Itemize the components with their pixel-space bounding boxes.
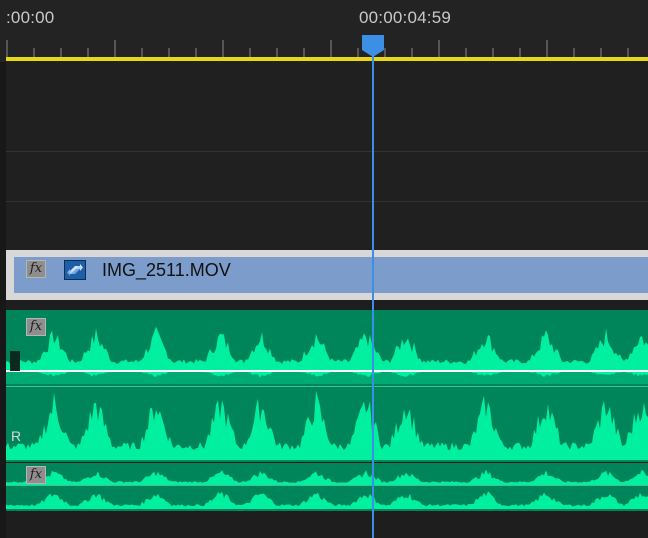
video-clip-body[interactable]: fx IMG_2511.MOV xyxy=(14,257,648,293)
video-track-2[interactable] xyxy=(6,152,648,202)
video-track-3[interactable] xyxy=(6,62,648,152)
empty-track-area xyxy=(6,511,648,538)
ruler-timecode-start: :00:00 xyxy=(6,8,55,27)
ruler-timecode-playhead: 00:00:04:59 xyxy=(359,8,452,27)
audio-clip-a1[interactable]: fx R xyxy=(6,310,648,462)
linked-clip-icon xyxy=(64,260,86,280)
work-area-bar[interactable] xyxy=(6,57,648,61)
video-track-1[interactable] xyxy=(6,202,648,251)
video-clip-name: IMG_2511.MOV xyxy=(102,260,231,280)
channel-divider-a2 xyxy=(6,485,648,486)
audio-a2-fx-badge[interactable]: fx xyxy=(26,466,46,484)
track-gap xyxy=(6,300,648,310)
playhead-line[interactable] xyxy=(372,50,374,538)
audio-a1-fx-badge[interactable]: fx xyxy=(26,318,46,336)
audio-waveform-a2 xyxy=(6,469,648,509)
channel-right-label: R xyxy=(11,428,22,444)
video-fx-badge[interactable]: fx xyxy=(26,260,46,278)
volume-rubber-band[interactable] xyxy=(6,370,648,372)
ruler-ticks xyxy=(0,40,648,58)
channel-divider xyxy=(6,386,648,387)
video-clip[interactable]: fx IMG_2511.MOV xyxy=(6,250,648,300)
channel-left-label xyxy=(10,351,20,371)
time-ruler[interactable]: :00:00 00:00:04:59 xyxy=(0,0,648,62)
playhead-handle[interactable] xyxy=(361,34,385,58)
audio-clip-a2[interactable]: fx xyxy=(6,463,648,511)
